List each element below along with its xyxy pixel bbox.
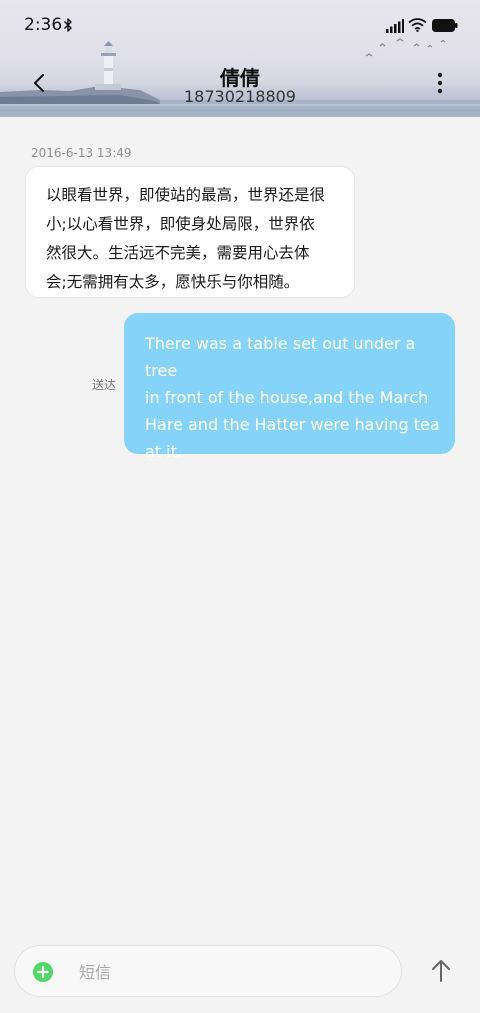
sms-input[interactable]	[79, 956, 379, 988]
battery-icon	[432, 19, 458, 32]
wifi-icon	[408, 18, 427, 32]
conversation-header: 2:36 倩倩 18730218809	[0, 0, 480, 117]
contact-phone-number: 18730218809	[184, 87, 296, 106]
more-icon[interactable]	[430, 70, 450, 96]
status-bar: 2:36	[0, 0, 480, 52]
message-line: 小;以心看世界，即使身处局限，世界依	[46, 215, 315, 233]
add-attachment-button[interactable]	[33, 962, 53, 982]
status-time: 2:36	[24, 15, 63, 35]
message-timestamp: 2016-6-13 13:49	[31, 146, 132, 160]
message-line: Hare and the Hatter were having tea	[145, 415, 440, 434]
message-line: 会;无需拥有太多，愿快乐与你相随。	[46, 273, 300, 291]
message-line: in front of the house,and the March	[145, 388, 429, 407]
add-icon	[36, 965, 50, 979]
incoming-message-bubble[interactable]: 以眼看世界，即使站的最高，世界还是很 小;以心看世界，即使身处局限，世界依 然很…	[25, 166, 355, 298]
bluetooth-icon	[64, 18, 72, 32]
send-arrow-icon[interactable]	[428, 958, 454, 984]
message-line: 以眼看世界，即使站的最高，世界还是很	[46, 186, 326, 204]
message-line: at it.	[145, 442, 182, 461]
message-line: There was a table set out under a tree	[145, 334, 416, 380]
message-composer	[14, 945, 402, 997]
signal-icon	[386, 19, 404, 33]
outgoing-message-bubble[interactable]: There was a table set out under a tree i…	[124, 313, 455, 461]
delivery-status-label: 送达	[92, 378, 117, 392]
message-line: 然很大。生活远不完美，需要用心去体	[46, 244, 310, 262]
